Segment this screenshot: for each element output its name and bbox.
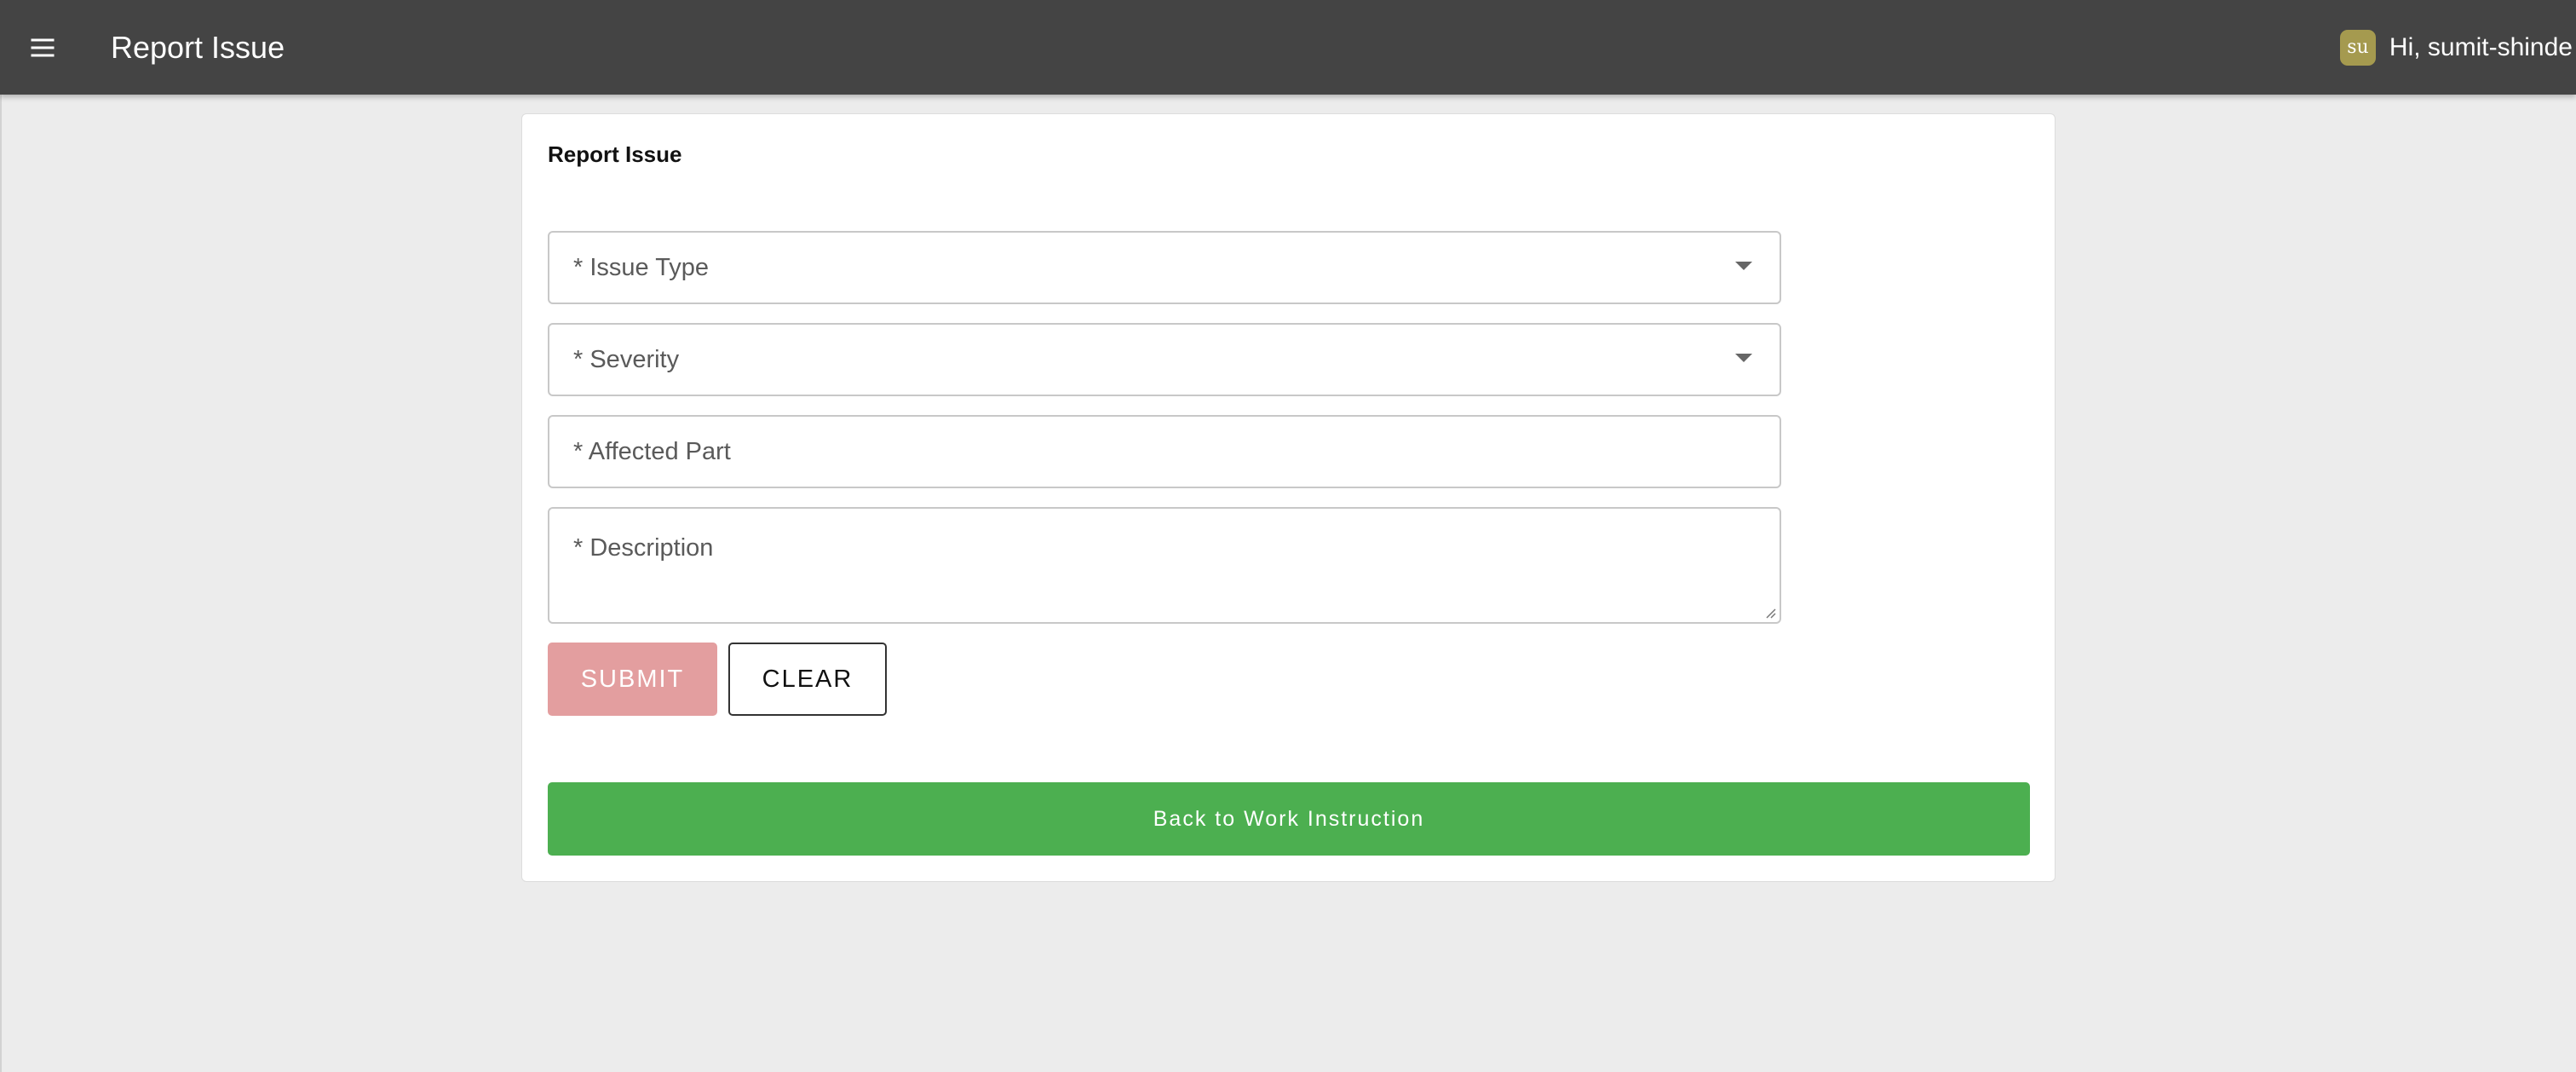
back-to-work-instruction-button[interactable]: Back to Work Instruction — [548, 782, 2030, 856]
user-menu[interactable]: su Hi, sumit-shinde — [2339, 0, 2573, 95]
app-bar: Report Issue su Hi, sumit-shinde — [0, 0, 2576, 95]
user-greeting: Hi, sumit-shinde — [2389, 32, 2573, 61]
report-issue-card: Report Issue * Issue Type * Severity SUB… — [521, 113, 2056, 882]
avatar: su — [2339, 29, 2376, 66]
page-title: Report Issue — [111, 30, 285, 65]
severity-label: * Severity — [573, 346, 680, 373]
menu-icon — [31, 38, 55, 57]
menu-button[interactable] — [22, 27, 63, 68]
issue-type-select[interactable]: * Issue Type — [548, 231, 1781, 304]
resize-handle-icon[interactable] — [1764, 607, 1776, 619]
clear-button[interactable]: CLEAR — [728, 643, 887, 716]
card-title: Report Issue — [548, 141, 682, 167]
chevron-down-icon — [1735, 262, 1752, 270]
issue-type-label: * Issue Type — [573, 254, 710, 281]
submit-button[interactable]: SUBMIT — [548, 643, 717, 716]
affected-part-input[interactable] — [549, 417, 1780, 487]
description-input[interactable] — [549, 509, 1780, 622]
affected-part-field — [548, 415, 1781, 488]
left-divider — [0, 95, 2, 1072]
chevron-down-icon — [1735, 354, 1752, 362]
description-field — [548, 507, 1781, 624]
severity-select[interactable]: * Severity — [548, 323, 1781, 396]
